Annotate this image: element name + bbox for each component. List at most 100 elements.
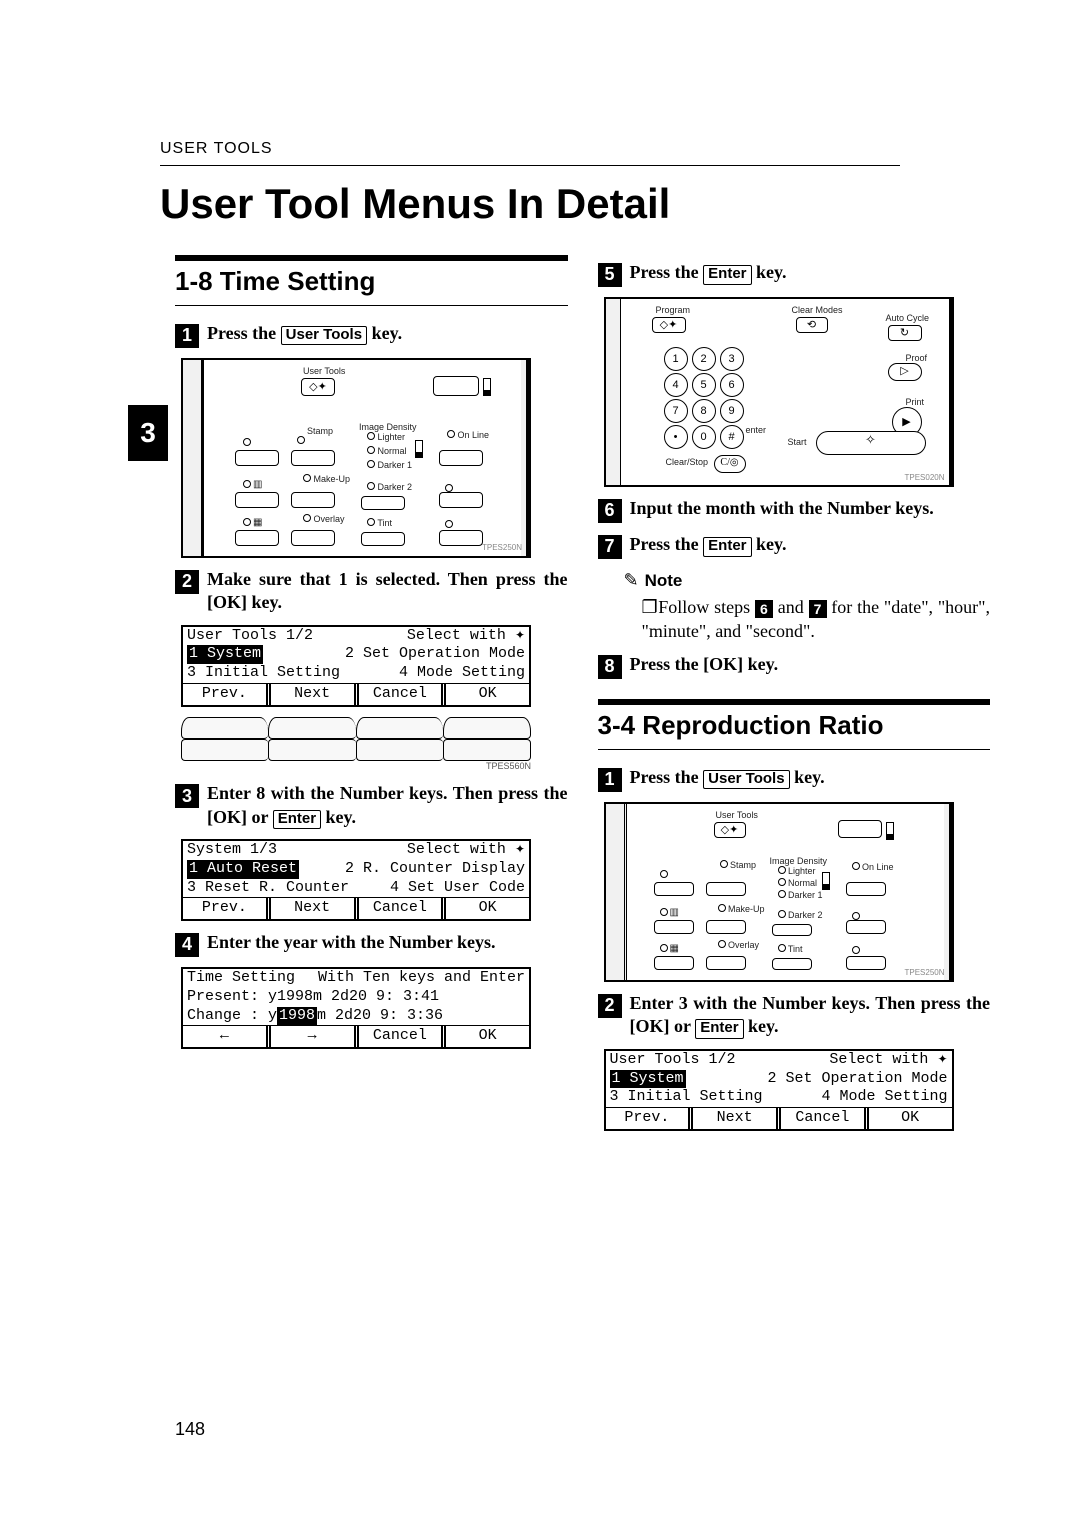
usertools-button-icon: ◇✦ <box>301 378 335 396</box>
rr-step-num-1: 1 <box>598 768 622 792</box>
keypad-8: 8 <box>692 399 716 423</box>
step-num-1: 1 <box>175 324 199 348</box>
enter-keycap: Enter <box>703 537 751 557</box>
lcd-btn-cancel: Cancel <box>359 1026 447 1047</box>
figure-code: TPES250N <box>482 543 522 553</box>
scroll-indicator-icon <box>822 872 830 890</box>
softkey <box>181 739 268 761</box>
start-button: ✧ <box>816 431 926 455</box>
ok-in-text: OK <box>213 807 241 827</box>
led-icon <box>243 518 251 526</box>
hint-icon: ✦ <box>515 628 525 642</box>
led-icon <box>445 520 453 528</box>
panel-aux-button <box>433 376 479 396</box>
keypad-enter: # <box>720 425 744 449</box>
step-num-5: 5 <box>598 263 622 287</box>
step4-text: Enter the year with the Number keys. <box>207 931 495 957</box>
panel-button <box>235 530 279 546</box>
lcd-item-2: 2 Set Operation Mode <box>345 645 525 664</box>
makeup-button <box>291 492 335 508</box>
keypad-3: 3 <box>720 347 744 371</box>
label-normal: Normal <box>778 878 818 890</box>
label-user-tools: User Tools <box>716 810 758 822</box>
panel-button <box>654 882 694 896</box>
lcd-item-1: 1 Auto Reset <box>187 860 299 879</box>
led-icon <box>660 870 668 878</box>
scroll-indicator-icon <box>886 822 894 840</box>
note-label: Note <box>645 570 683 592</box>
softkey <box>443 739 531 761</box>
note-block: ✎ Note ❐ Follow steps 6 and 7 for the "d… <box>598 569 991 643</box>
clear-modes-button: ⟲ <box>796 317 828 333</box>
lcd-system: System 1/3 Select with ✦ 1 Auto Reset 2 … <box>181 839 531 921</box>
makeup-button <box>706 920 746 934</box>
step-1: 1 Press the User Tools key. <box>175 322 568 348</box>
label-darker1: Darker 1 <box>367 460 412 472</box>
keypad-7: 7 <box>664 399 688 423</box>
scroll-indicator-icon <box>483 378 491 396</box>
step6-text: Input the month with the Number keys. <box>630 497 934 523</box>
online-button <box>439 450 483 466</box>
led-icon <box>243 480 251 488</box>
label-clear-stop: Clear/Stop <box>666 457 709 469</box>
softkey <box>356 739 443 761</box>
lcd-btn-cancel: Cancel <box>781 1108 869 1129</box>
panel-button <box>439 530 483 546</box>
label-overlay: Overlay <box>303 514 345 526</box>
icon-doc: ▥ <box>253 478 262 491</box>
section-title-time-setting: 1-8 Time Setting <box>175 255 568 306</box>
step2-text-b: ] key. <box>241 592 282 612</box>
keypad-1: 1 <box>664 347 688 371</box>
step3-text-c: key. <box>321 807 356 827</box>
keypad-6: 6 <box>720 373 744 397</box>
page: USER TOOLS User Tool Menus In Detail 3 1… <box>0 0 1080 1528</box>
panel-button <box>846 956 886 970</box>
step-num-2: 2 <box>175 570 199 594</box>
figure-keypad-panel: Program ◇✦ Clear Modes ⟲ Auto Cycle ↻ 1 … <box>604 297 954 487</box>
label-tint: Tint <box>778 944 803 956</box>
lcd-title: User Tools 1/2 <box>610 1051 736 1070</box>
panel-button <box>654 920 694 934</box>
lcd-item-3: 3 Initial Setting <box>187 664 340 683</box>
figure-softkeys: TPES560N <box>181 717 531 773</box>
label-online: On Line <box>852 862 894 874</box>
step1-post: key. <box>372 323 403 343</box>
lcd-btn-right: → <box>271 1026 359 1047</box>
overlay-button <box>706 956 746 970</box>
lcd-title: System 1/3 <box>187 841 277 860</box>
panel-button <box>235 492 279 508</box>
step-2: 2 Make sure that 1 is selected. Then pre… <box>175 568 568 615</box>
panel-button <box>235 450 279 466</box>
lcd-btn-ok: OK <box>446 1026 529 1047</box>
step8-text-b: ] key. <box>737 654 778 674</box>
icon-doc: ▥ <box>670 906 679 919</box>
step-3: 3 Enter 8 with the Number keys. Then pre… <box>175 782 568 829</box>
rr-step1-pre: Press the <box>630 767 704 787</box>
program-button: ◇✦ <box>652 317 686 333</box>
step5-pre: Press the <box>630 262 704 282</box>
header-rule <box>160 165 900 166</box>
panel-aux-button <box>838 820 882 838</box>
lcd-title: User Tools 1/2 <box>187 627 313 646</box>
figure-code: TPES020N <box>904 473 944 483</box>
label-tint: Tint <box>367 518 392 530</box>
lcd-change-a: Change : y <box>187 1007 277 1026</box>
overlay-button <box>291 530 335 546</box>
lcd-item-4: 4 Mode Setting <box>821 1088 947 1107</box>
step8-text-a: Press the [ <box>630 654 710 674</box>
label-user-tools: User Tools <box>303 366 345 378</box>
enter-keycap: Enter <box>703 265 751 285</box>
softkey <box>181 717 268 739</box>
usertools-button-icon: ◇✦ <box>714 822 746 838</box>
lcd-btn-ok: OK <box>869 1108 952 1129</box>
rr-step-1: 1 Press the User Tools key. <box>598 766 991 792</box>
note-body-b: and <box>778 597 809 617</box>
led-icon <box>297 436 305 444</box>
step-num-8: 8 <box>598 655 622 679</box>
lcd-btn-next: Next <box>693 1108 781 1129</box>
softkey <box>356 717 443 739</box>
label-darker2: Darker 2 <box>778 910 823 922</box>
lcd-btn-left: ← <box>183 1026 271 1047</box>
step-7: 7 Press the Enter key. <box>598 533 991 559</box>
step3-text-b: ] or <box>241 807 273 827</box>
